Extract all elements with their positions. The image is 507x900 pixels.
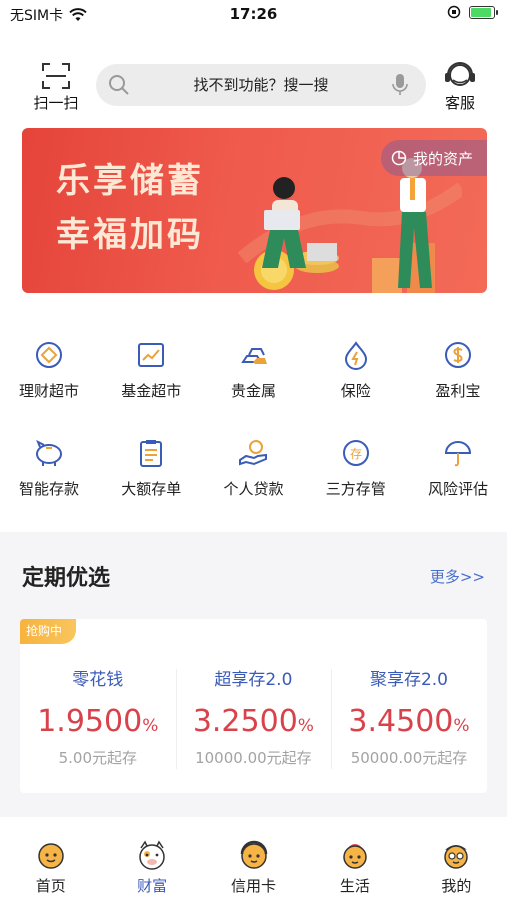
- grid-item-risk-assessment[interactable]: 风险评估: [419, 438, 497, 536]
- product-item[interactable]: 聚享存2.0 3.4500% 50000.00元起存: [331, 665, 487, 769]
- grid-label: 风险评估: [427, 480, 488, 498]
- grid-label: 智能存款: [18, 480, 79, 498]
- feature-grid: 理财超市 基金超市 贵金属 保险 盈利宝 智能存款 大额存单 个人贷款 存 三方…: [0, 340, 507, 536]
- microphone-icon[interactable]: [392, 73, 408, 97]
- grid-item-insurance[interactable]: 保险: [317, 340, 395, 438]
- grid-label: 贵金属: [230, 382, 276, 400]
- more-link[interactable]: 更多>>: [430, 566, 485, 587]
- grid-item-personal-loan[interactable]: 个人贷款: [215, 438, 293, 536]
- profile-mascot-icon: [444, 845, 469, 869]
- tab-label: 首页: [35, 877, 66, 895]
- grid-label: 大额存单: [121, 480, 182, 498]
- grid-label: 理财超市: [18, 382, 79, 400]
- banner-subheadline: 幸福加码: [56, 215, 204, 255]
- search-icon: [109, 75, 129, 95]
- grid-item-profit-treasure[interactable]: 盈利宝: [419, 340, 497, 438]
- tab-credit-card[interactable]: 信用卡: [203, 824, 304, 900]
- grid-item-third-party-custody[interactable]: 存 三方存管: [317, 438, 395, 536]
- grid-item-large-cd[interactable]: 大额存单: [112, 438, 190, 536]
- search-bar[interactable]: [96, 64, 426, 106]
- product-name: 聚享存2.0: [369, 670, 448, 690]
- rate-unit: %: [453, 716, 470, 736]
- grid-label: 三方存管: [325, 480, 386, 498]
- pie-chart-icon: [391, 150, 407, 166]
- grid-item-fund-market[interactable]: 基金超市: [112, 340, 190, 438]
- rate-unit: %: [142, 716, 159, 736]
- grid-item-wealth-market[interactable]: 理财超市: [10, 340, 88, 438]
- tab-label: 信用卡: [231, 877, 277, 895]
- piggy-bank-icon: [36, 439, 62, 466]
- umbrella-icon: [444, 441, 472, 467]
- product-name: 超享存2.0: [214, 670, 293, 690]
- grid-item-smart-deposit[interactable]: 智能存款: [10, 438, 88, 536]
- life-mascot-icon: [343, 844, 367, 869]
- battery-icon: [469, 5, 498, 19]
- tab-home[interactable]: 首页: [0, 824, 101, 900]
- rate-unit: %: [297, 716, 314, 736]
- product-minimum: 10000.00元起存: [195, 749, 312, 767]
- scan-icon: [42, 63, 70, 89]
- product-rate: 3.4500: [348, 704, 454, 739]
- banner-headline: 乐享储蓄: [56, 161, 204, 201]
- search-input[interactable]: [146, 64, 376, 106]
- product-rate: 3.2500: [192, 704, 298, 739]
- feature-row: 理财超市 基金超市 贵金属 保险 盈利宝: [0, 340, 507, 438]
- tab-bar: 首页 财富 信用卡 生活 我的: [0, 824, 507, 900]
- scan-label: 扫一扫: [33, 94, 79, 112]
- fund-chart-icon: [138, 343, 165, 367]
- grid-label: 基金超市: [121, 382, 182, 400]
- customer-service-button[interactable]: 客服: [436, 62, 484, 113]
- scan-button[interactable]: 扫一扫: [28, 62, 84, 113]
- tab-label: 我的: [441, 877, 472, 895]
- insurance-icon: [344, 341, 367, 370]
- section-title: 定期优选: [22, 566, 111, 591]
- credit-card-mascot-icon: [240, 840, 267, 869]
- wealth-mascot-icon: [139, 840, 165, 870]
- home-mascot-icon: [37, 843, 64, 869]
- clipboard-icon: [140, 440, 163, 467]
- my-assets-button[interactable]: 我的资产: [380, 140, 487, 176]
- clock: 17:26: [229, 5, 278, 23]
- gold-bars-icon: [240, 348, 267, 364]
- feature-row: 智能存款 大额存单 个人贷款 存 三方存管 风险评估: [0, 438, 507, 536]
- grid-label: 保险: [340, 382, 371, 400]
- grid-item-precious-metals[interactable]: 贵金属: [215, 340, 293, 438]
- wealth-market-icon: [36, 342, 62, 368]
- status-bar: 无SIM卡 17:26: [0, 0, 507, 30]
- orientation-lock-icon: [447, 5, 461, 19]
- headset-icon: [445, 62, 475, 86]
- my-assets-label: 我的资产: [412, 149, 473, 168]
- tab-life[interactable]: 生活: [304, 824, 405, 900]
- tab-label: 财富: [137, 877, 168, 895]
- status-badge: 抢购中: [20, 619, 77, 644]
- product-card: 抢购中 零花钱 1.9500% 5.00元起存 超享存2.0 3.2500% 1…: [20, 619, 487, 793]
- svg-text:存: 存: [350, 447, 362, 461]
- dollar-coin-icon: [445, 342, 471, 368]
- product-rate: 1.9500: [37, 704, 143, 739]
- product-item[interactable]: 零花钱 1.9500% 5.00元起存: [20, 665, 176, 768]
- product-minimum: 50000.00元起存: [350, 749, 468, 767]
- grid-label: 盈利宝: [435, 382, 481, 400]
- product-item[interactable]: 超享存2.0 3.2500% 10000.00元起存: [175, 665, 332, 769]
- deposit-icon: 存: [342, 440, 369, 466]
- tab-label: 生活: [339, 877, 370, 895]
- tab-mine[interactable]: 我的: [406, 824, 507, 900]
- tab-wealth[interactable]: 财富: [101, 824, 202, 900]
- grid-label: 个人贷款: [223, 480, 284, 498]
- product-list: 零花钱 1.9500% 5.00元起存 超享存2.0 3.2500% 10000…: [20, 665, 487, 769]
- product-name: 零花钱: [72, 670, 124, 690]
- product-minimum: 5.00元起存: [58, 749, 137, 767]
- promo-banner[interactable]: 乐享储蓄 幸福加码 我的资产: [22, 128, 487, 293]
- hand-coin-icon: [238, 440, 267, 466]
- service-label: 客服: [444, 94, 475, 112]
- header: 扫一扫 客服: [0, 58, 507, 118]
